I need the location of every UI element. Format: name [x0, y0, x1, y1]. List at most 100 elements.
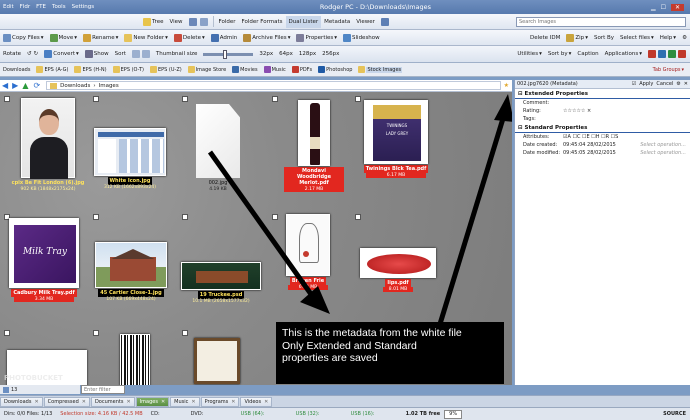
- delete-idm-button[interactable]: Delete IDM: [527, 32, 563, 44]
- tags-row[interactable]: Tags:: [515, 115, 690, 123]
- date-modified-row[interactable]: Date modified: 09:45:05 28/02/2015 Select …: [515, 149, 690, 157]
- apply-button[interactable]: Apply: [639, 81, 653, 87]
- link-eps-o-t[interactable]: EPS (O-T): [110, 66, 147, 73]
- folder-formats-button[interactable]: Folder Formats: [239, 16, 286, 28]
- filter-input[interactable]: [81, 385, 125, 394]
- toggle-icons[interactable]: [378, 16, 392, 28]
- apps-icons[interactable]: [645, 48, 690, 60]
- layout-icons[interactable]: [186, 16, 211, 28]
- select-operation[interactable]: Select operation...: [640, 142, 690, 148]
- link-pdfs[interactable]: PDFs: [289, 66, 315, 73]
- back-arrow-icon[interactable]: ◀: [2, 81, 8, 90]
- gear-icon[interactable]: ⚙: [676, 81, 680, 87]
- tab-images[interactable]: Images ✕: [135, 396, 170, 407]
- status-usb32[interactable]: USB (32):: [292, 408, 347, 420]
- size-64-button[interactable]: 64px: [276, 48, 296, 60]
- link-movies[interactable]: Movies: [229, 66, 260, 73]
- archive-files-button[interactable]: Archive Files ▾: [240, 32, 293, 44]
- tab-videos[interactable]: Videos ✕: [240, 396, 273, 407]
- close-icon[interactable]: ✕: [191, 399, 195, 405]
- status-usb64[interactable]: USB (64):: [237, 408, 292, 420]
- close-icon[interactable]: ✕: [126, 399, 130, 405]
- status-cd[interactable]: CD:: [147, 408, 187, 420]
- forward-arrow-icon[interactable]: ▶: [12, 81, 18, 90]
- rotate-button[interactable]: Rotate: [0, 48, 24, 60]
- breadcrumb-downloads[interactable]: Downloads: [60, 83, 90, 89]
- applications-button[interactable]: Applications ▾: [602, 48, 645, 60]
- status-usb16[interactable]: USB (16):: [347, 408, 402, 420]
- rotate-icons[interactable]: ↺ ↻: [24, 48, 41, 60]
- sort-icons[interactable]: [129, 48, 153, 60]
- attribute-checkboxes[interactable]: ☑A ☐C ☐E ☐H ☐R ☐S: [563, 134, 690, 140]
- breadcrumb-images[interactable]: Images: [99, 83, 119, 89]
- slideshow-button[interactable]: Slideshow: [340, 32, 383, 44]
- link-eps-a-g[interactable]: EPS (A-G): [33, 66, 71, 73]
- caption-button[interactable]: Caption: [574, 48, 601, 60]
- dual-lister-button[interactable]: Dual Lister: [285, 15, 322, 28]
- thumbnail-size-slider[interactable]: [203, 49, 254, 59]
- standard-properties-header[interactable]: ⊟ Standard Properties: [515, 124, 690, 133]
- attributes-row[interactable]: Attributes: ☑A ☐C ☐E ☐H ☐R ☐S: [515, 133, 690, 141]
- sort-by-view-button[interactable]: Sort by ▾: [545, 48, 575, 60]
- link-stock-images[interactable]: Stock Images: [355, 66, 405, 73]
- size-32-button[interactable]: 32px: [256, 48, 276, 60]
- extended-properties-header[interactable]: ⊟ Extended Properties: [515, 90, 690, 99]
- maximize-icon[interactable]: ☐: [661, 4, 666, 11]
- help-button[interactable]: Help ▾: [657, 32, 679, 44]
- rating-row[interactable]: Rating: ☆☆☆☆☆ ×: [515, 107, 690, 115]
- delete-button[interactable]: Delete ▾: [171, 32, 208, 44]
- zip-button[interactable]: Zip ▾: [563, 32, 591, 44]
- menu-fldr[interactable]: Fldr: [20, 4, 30, 10]
- search-input[interactable]: [516, 16, 686, 27]
- sort-button[interactable]: Sort: [112, 48, 129, 60]
- link-eps-h-n[interactable]: EPS (H-N): [71, 66, 109, 73]
- settings-gear-button[interactable]: ⚙: [679, 32, 690, 44]
- tab-documents[interactable]: Documents ✕: [90, 396, 135, 407]
- new-folder-button[interactable]: New Folder ▾: [121, 32, 171, 44]
- view-button[interactable]: View: [166, 16, 185, 28]
- select-files-button[interactable]: Select files ▾: [617, 32, 657, 44]
- folder-button[interactable]: Folder: [216, 16, 239, 28]
- tab-music[interactable]: Music ✕: [170, 396, 200, 407]
- copy-files-button[interactable]: Copy Files ▾: [0, 32, 47, 44]
- tab-downloads[interactable]: Downloads ✕: [0, 396, 43, 407]
- apply-checkbox[interactable]: ☑: [632, 81, 636, 87]
- link-photoshop[interactable]: Photoshop: [315, 66, 355, 73]
- convert-button[interactable]: Convert ▾: [41, 48, 82, 60]
- up-arrow-icon[interactable]: ▲: [22, 81, 28, 90]
- cancel-button[interactable]: Cancel: [656, 81, 673, 87]
- link-eps-u-z[interactable]: EPS (U-Z): [147, 66, 185, 73]
- menu-settings[interactable]: Settings: [72, 4, 95, 10]
- close-icon[interactable]: ✕: [82, 399, 86, 405]
- rename-button[interactable]: Rename ▾: [80, 32, 121, 44]
- move-button[interactable]: Move ▾: [47, 32, 81, 44]
- close-icon[interactable]: ✕: [161, 399, 165, 405]
- status-dvd[interactable]: DVD:: [187, 408, 237, 420]
- date-created-row[interactable]: Date created: 09:45:04 28/02/2015 Select o…: [515, 141, 690, 149]
- metadata-button[interactable]: Metadata: [321, 16, 353, 28]
- size-256-button[interactable]: 256px: [319, 48, 342, 60]
- close-icon[interactable]: ✕: [684, 81, 688, 87]
- refresh-icon[interactable]: ⟳: [33, 81, 40, 90]
- size-128-button[interactable]: 128px: [296, 48, 319, 60]
- tree-button[interactable]: Tree: [140, 16, 166, 28]
- properties-button[interactable]: Properties ▾: [293, 32, 340, 44]
- show-button[interactable]: Show: [82, 48, 112, 60]
- slider-handle[interactable]: [223, 49, 228, 59]
- utilities-button[interactable]: Utilities ▾: [514, 48, 544, 60]
- tab-programs[interactable]: Programs ✕: [200, 396, 240, 407]
- link-music[interactable]: Music: [261, 66, 289, 73]
- close-icon[interactable]: ✕: [34, 399, 38, 405]
- link-image-store[interactable]: Image Store: [185, 66, 229, 73]
- menu-fte[interactable]: FTE: [36, 4, 46, 10]
- tab-groups-button[interactable]: Tab Groups ▾: [650, 67, 690, 73]
- link-downloads[interactable]: Downloads: [0, 67, 33, 73]
- menu-tools[interactable]: Tools: [52, 4, 66, 10]
- close-icon[interactable]: ✕: [670, 3, 684, 11]
- favorite-star-icon[interactable]: ★: [504, 82, 509, 89]
- admin-button[interactable]: Admin: [208, 32, 241, 44]
- menu-edit[interactable]: Edit: [3, 4, 14, 10]
- sort-by-button[interactable]: Sort By: [591, 32, 617, 44]
- comment-row[interactable]: Comment:: [515, 99, 690, 107]
- close-icon[interactable]: ✕: [231, 399, 235, 405]
